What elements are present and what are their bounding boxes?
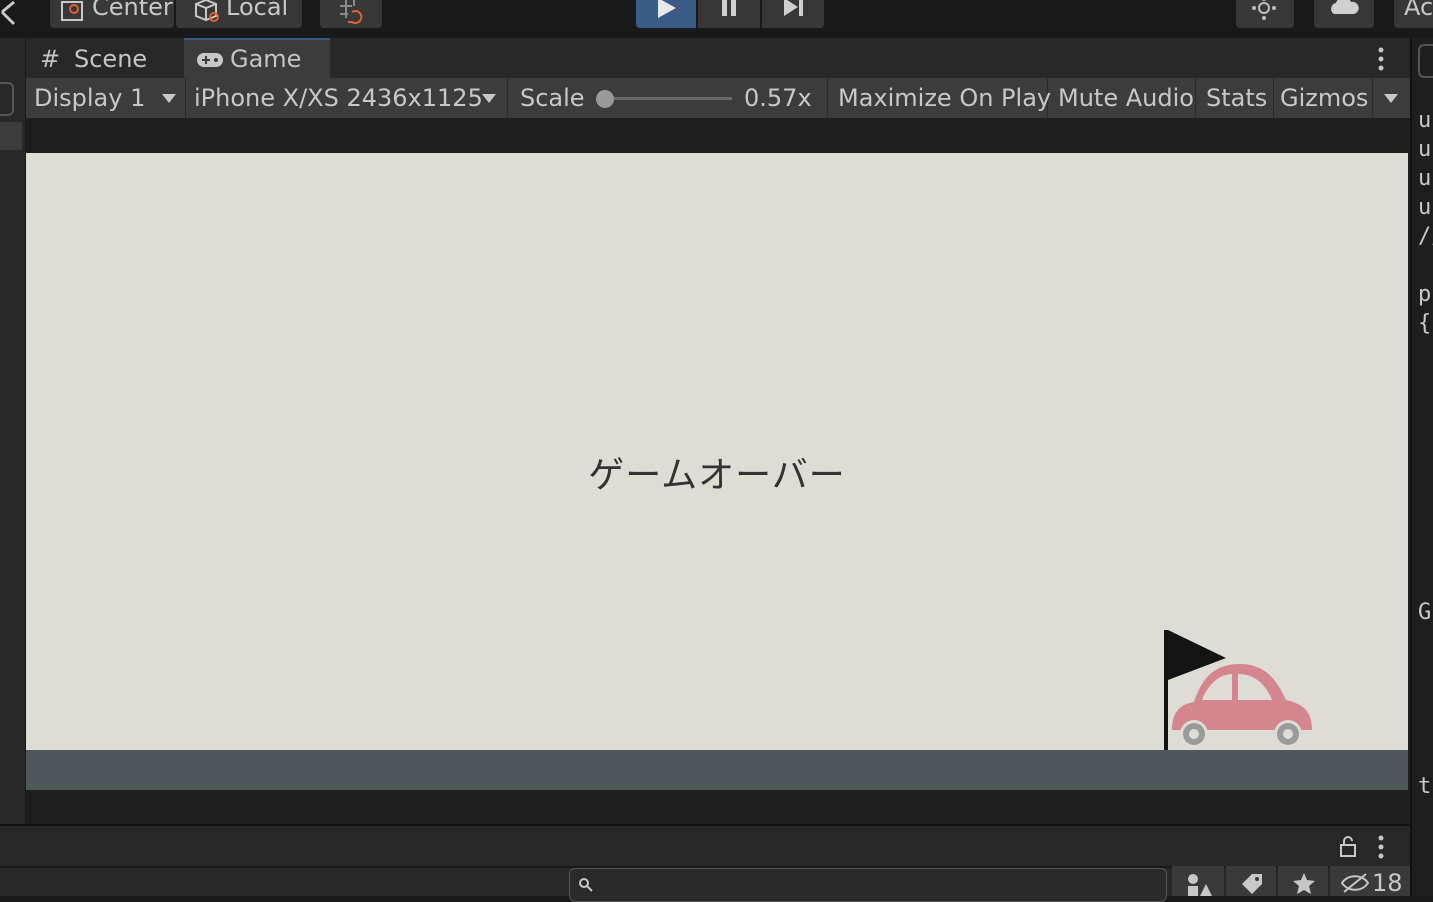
tab-scene[interactable]: # Scene: [26, 38, 182, 78]
step-button[interactable]: [762, 0, 824, 28]
code-line: {: [1418, 311, 1432, 336]
maximize-on-play-toggle[interactable]: Maximize On Play: [828, 78, 1052, 118]
main-toolbar: Center Local Ac: [0, 0, 1433, 38]
left-panel-edge: [0, 38, 26, 824]
account-button[interactable]: Ac: [1394, 0, 1433, 28]
scale-label: Scale: [520, 84, 585, 112]
hidden-packages-toggle[interactable]: 18: [1330, 866, 1410, 897]
display-label: Display 1: [34, 84, 146, 112]
filter-by-label-button[interactable]: [1226, 866, 1276, 896]
game-ground: [26, 750, 1408, 790]
gizmos-toggle[interactable]: Gizmos: [1274, 78, 1410, 118]
code-line: u: [1418, 137, 1432, 162]
search-input[interactable]: [569, 868, 1167, 902]
tab-game[interactable]: Game: [184, 38, 330, 78]
eye-hidden-icon: [1340, 873, 1370, 893]
resolution-label: iPhone X/XS 2436x1125 L: [194, 84, 484, 112]
scene-grid-icon: #: [40, 45, 61, 73]
resolution-dropdown[interactable]: iPhone X/XS 2436x1125 L: [186, 78, 508, 118]
search-icon: [579, 878, 593, 892]
gizmos-chevron-down-icon[interactable]: [1384, 94, 1398, 103]
favorites-button[interactable]: [1278, 866, 1328, 896]
space-label: Local: [226, 0, 289, 21]
hidden-count: 18: [1372, 869, 1403, 897]
play-icon: [658, 0, 676, 18]
scale-slider-thumb[interactable]: [596, 90, 614, 108]
tab-menu-kebab-icon[interactable]: [1376, 46, 1386, 72]
local-cube-icon: [195, 0, 219, 22]
snap-grid-icon: [340, 0, 363, 24]
maximize-label: Maximize On Play: [838, 84, 1052, 112]
mute-audio-toggle[interactable]: Mute Audio: [1048, 78, 1196, 118]
car-icon: [1172, 664, 1312, 748]
mute-label: Mute Audio: [1058, 84, 1194, 112]
stats-label: Stats: [1206, 84, 1268, 112]
pivot-icon: [61, 1, 83, 21]
chevron-down-icon: [482, 94, 496, 103]
tab-game-label: Game: [230, 45, 302, 73]
code-line: //: [1418, 224, 1433, 249]
tool-arrow-icon[interactable]: [0, 0, 20, 26]
settings-dots-icon: [1252, 0, 1276, 20]
pause-icon: [722, 0, 736, 16]
code-line: th: [1418, 774, 1433, 799]
gizmos-divider: [1372, 78, 1373, 118]
bottom-kebab-icon[interactable]: [1376, 834, 1386, 860]
scale-value: 0.57x: [744, 84, 812, 112]
game-over-text: ゲームオーバー: [588, 455, 846, 496]
cloud-icon: [1331, 0, 1359, 14]
play-button[interactable]: [636, 0, 696, 28]
code-line: u: [1418, 195, 1432, 220]
star-icon: [1293, 873, 1315, 894]
code-line: p: [1418, 282, 1432, 307]
right-panel-tab-edge[interactable]: [1418, 44, 1433, 78]
services-button[interactable]: [1236, 0, 1294, 28]
game-view-toolbar: Display 1 iPhone X/XS 2436x1125 L Scale …: [26, 78, 1410, 118]
pivot-center-button[interactable]: Center: [50, 0, 174, 28]
chevron-down-icon: [162, 94, 176, 103]
right-code-panel-edge: u u u u // p { G th: [1410, 38, 1433, 896]
pivot-label: Center: [92, 0, 173, 21]
cloud-button[interactable]: [1314, 0, 1374, 28]
tab-scene-label: Scene: [74, 45, 148, 73]
pause-button[interactable]: [698, 0, 760, 28]
gizmos-label: Gizmos: [1280, 84, 1369, 112]
scale-slider-track[interactable]: [604, 97, 732, 100]
tag-icon: [1242, 874, 1262, 894]
code-line: u: [1418, 108, 1432, 133]
account-label: Ac: [1404, 0, 1433, 21]
code-line: G: [1418, 600, 1432, 625]
shapes-icon: [1188, 874, 1212, 896]
gamepad-icon: [197, 53, 223, 67]
lock-icon[interactable]: [1338, 836, 1358, 858]
stats-toggle[interactable]: Stats: [1196, 78, 1274, 118]
left-menu-edge[interactable]: [0, 122, 22, 150]
code-line: u: [1418, 166, 1432, 191]
snap-button[interactable]: [320, 0, 382, 28]
display-dropdown[interactable]: Display 1: [26, 78, 186, 118]
scale-control: Scale 0.57x: [508, 78, 828, 118]
view-tab-bar: # Scene Game: [26, 38, 1410, 78]
step-icon: [784, 0, 803, 16]
filter-by-type-button[interactable]: [1172, 866, 1224, 896]
left-dropdown-edge[interactable]: [0, 82, 14, 116]
pivot-space-local-button[interactable]: Local: [176, 0, 302, 28]
